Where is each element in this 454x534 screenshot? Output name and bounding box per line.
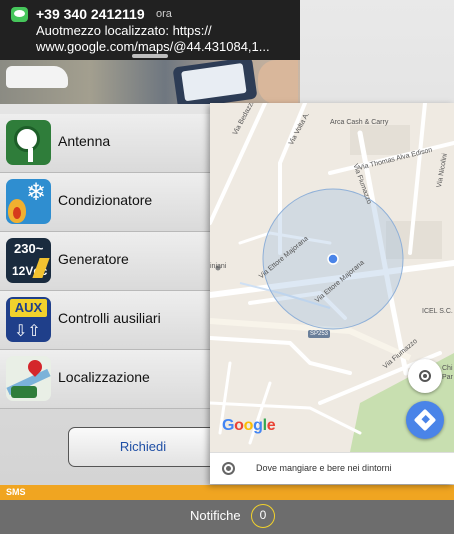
aux-icon-text: AUX bbox=[10, 299, 47, 317]
explore-icon bbox=[222, 462, 235, 475]
air-conditioner-icon: ❄ bbox=[6, 179, 51, 224]
directions-button[interactable] bbox=[406, 401, 444, 439]
explore-text: Dove mangiare e bere nei dintorni bbox=[256, 463, 392, 473]
antenna-icon bbox=[6, 120, 51, 165]
bottom-bar: Notifiche 0 bbox=[0, 500, 454, 534]
google-logo: Google bbox=[222, 417, 276, 434]
notification-body-line-1: Auotmezzo localizzato: https:// bbox=[36, 23, 212, 38]
menu-item-label: Antenna bbox=[58, 133, 111, 149]
my-location-button[interactable] bbox=[408, 359, 442, 393]
map-poi-label: iniani bbox=[210, 263, 227, 270]
menu-item-label: Controlli ausiliari bbox=[58, 310, 161, 326]
menu-item-label: Condizionatore bbox=[58, 192, 153, 208]
sms-bar: SMS bbox=[0, 485, 454, 500]
generator-icon: 230~ 12Vdc bbox=[6, 238, 51, 283]
map-preview[interactable]: Via Bedazzo Via Volta A. Arca Cash & Car… bbox=[210, 103, 454, 484]
auxiliary-icon: AUX ⇩⇧ bbox=[6, 297, 51, 342]
screen: Antenna ❄ Condizionatore 230~ 12Vdc Gene… bbox=[0, 0, 454, 534]
messages-app-icon bbox=[11, 7, 28, 22]
road-shield-sp253: SP253 bbox=[308, 330, 331, 338]
notification-time: ora bbox=[156, 8, 172, 20]
generator-icon-ac-text: 230~ bbox=[14, 241, 44, 256]
hand-illustration bbox=[258, 60, 298, 104]
notification-banner[interactable]: +39 340 2412119 ora Auotmezzo localizzat… bbox=[0, 0, 300, 60]
camper-van-illustration bbox=[6, 66, 68, 88]
notification-sender: +39 340 2412119 bbox=[36, 6, 145, 22]
location-map-icon bbox=[6, 356, 51, 401]
hero-banner-image bbox=[0, 60, 300, 104]
directions-icon bbox=[413, 408, 437, 432]
explore-nearby-bar[interactable]: Dove mangiare e bere nei dintorni bbox=[210, 452, 454, 484]
map-poi-label: Arca Cash & Carry bbox=[330, 119, 389, 126]
map-poi-label: Par bbox=[442, 374, 453, 381]
notification-body-line-2: www.google.com/maps/@44.431084,1... bbox=[36, 39, 270, 54]
menu-item-label: Generatore bbox=[58, 251, 129, 267]
request-button[interactable]: Richiedi bbox=[68, 427, 218, 467]
notification-grabber-handle[interactable] bbox=[132, 54, 168, 58]
menu-item-label: Localizzazione bbox=[58, 369, 150, 385]
phone-illustration bbox=[172, 60, 258, 104]
notifications-count-badge[interactable]: 0 bbox=[251, 504, 275, 528]
notifications-label[interactable]: Notifiche bbox=[190, 508, 241, 523]
map-poi-label: Chi bbox=[442, 365, 453, 372]
map-poi-label: ICEL S.C. bbox=[422, 308, 453, 315]
